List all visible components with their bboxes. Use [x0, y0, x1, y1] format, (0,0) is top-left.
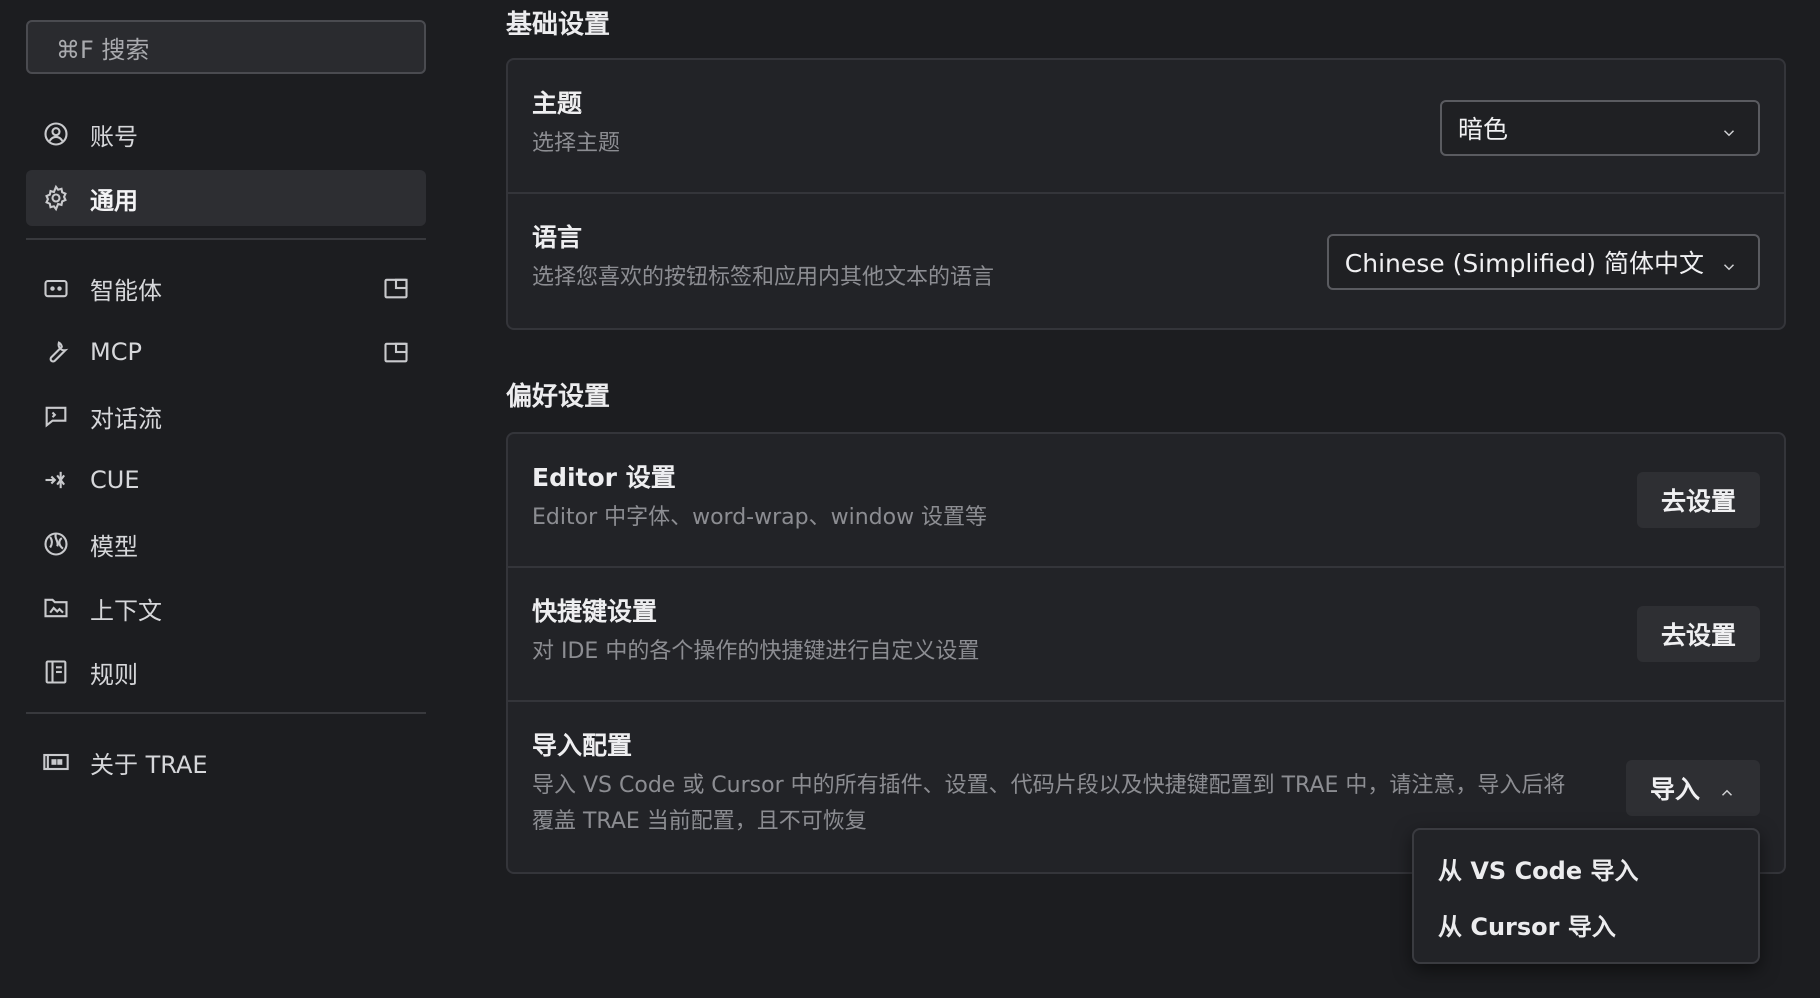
- sidebar-item-label: MCP: [90, 338, 142, 366]
- sidebar-item-label: 规则: [90, 660, 138, 689]
- sidebar-divider: [26, 712, 426, 714]
- theme-select[interactable]: 暗色: [1440, 100, 1760, 156]
- import-row: 导入配置 导入 VS Code 或 Cursor 中的所有插件、设置、代码片段以…: [508, 702, 1784, 964]
- sidebar-item-label: 关于 TRAE: [90, 750, 208, 779]
- gear-icon: [42, 184, 70, 212]
- chat-icon: [42, 402, 70, 430]
- sidebar-item-label: 账号: [90, 122, 138, 151]
- import-button-label: 导入: [1649, 775, 1700, 804]
- cue-icon: [42, 466, 70, 494]
- sidebar-item-general[interactable]: 通用: [26, 170, 426, 226]
- shortcuts-title: 快捷键设置: [532, 597, 658, 626]
- open-external-icon[interactable]: [382, 338, 410, 366]
- sidebar-item-label: 上下文: [90, 596, 162, 625]
- sidebar-item-label: CUE: [90, 466, 140, 494]
- editor-title: Editor 设置: [532, 463, 676, 492]
- agent-icon: [42, 274, 70, 302]
- preference-settings-card: Editor 设置 Editor 中字体、word-wrap、window 设置…: [506, 432, 1786, 964]
- language-select[interactable]: Chinese (Simplified) 简体中文: [1326, 234, 1760, 290]
- chevron-down-icon: [1720, 253, 1738, 271]
- sidebar-item-label: 通用: [90, 186, 138, 215]
- sidebar-item-context[interactable]: 上下文: [26, 580, 426, 636]
- trae-logo-icon: [42, 748, 70, 776]
- shortcuts-settings-button[interactable]: 去设置: [1636, 606, 1760, 662]
- nav-group-account: 账号 通用: [26, 106, 426, 226]
- sidebar-item-label: 模型: [90, 532, 138, 561]
- settings-sidebar: ⌘F 搜索 账号 通用 智能体 MCP 对话流 CUE 模型 上下文 规则 关于…: [26, 20, 426, 798]
- import-dropdown-menu: 从 VS Code 导入 从 Cursor 导入: [1412, 828, 1760, 964]
- chevron-down-icon: [1720, 119, 1738, 137]
- theme-select-value: 暗色: [1458, 115, 1509, 144]
- import-title: 导入配置: [532, 731, 633, 760]
- chevron-up-icon: [1718, 779, 1736, 797]
- sidebar-item-mcp[interactable]: MCP: [26, 324, 426, 380]
- sidebar-item-model[interactable]: 模型: [26, 516, 426, 572]
- language-select-value: Chinese (Simplified) 简体中文: [1344, 249, 1704, 278]
- wrench-icon: [42, 338, 70, 366]
- sidebar-item-account[interactable]: 账号: [26, 106, 426, 162]
- sidebar-item-chatflow[interactable]: 对话流: [26, 388, 426, 444]
- sidebar-item-label: 智能体: [90, 276, 162, 305]
- theme-desc: 选择主题: [532, 131, 621, 156]
- sidebar-divider: [26, 238, 426, 240]
- import-from-vscode-item[interactable]: 从 VS Code 导入: [1422, 840, 1750, 896]
- shortcuts-desc: 对 IDE 中的各个操作的快捷键进行自定义设置: [532, 639, 980, 664]
- section-title-preferences: 偏好设置: [506, 382, 611, 412]
- model-icon: [42, 530, 70, 558]
- nav-group-features: 智能体 MCP 对话流 CUE 模型 上下文 规则: [26, 260, 426, 700]
- rules-icon: [42, 658, 70, 686]
- folder-icon: [42, 594, 70, 622]
- import-from-cursor-item[interactable]: 从 Cursor 导入: [1422, 896, 1750, 952]
- editor-desc: Editor 中字体、word-wrap、window 设置等: [532, 505, 988, 530]
- section-title-basic: 基础设置: [506, 10, 611, 40]
- sidebar-item-cue[interactable]: CUE: [26, 452, 426, 508]
- sidebar-item-agent[interactable]: 智能体: [26, 260, 426, 316]
- language-row: 语言 选择您喜欢的按钮标签和应用内其他文本的语言 Chinese (Simpli…: [508, 194, 1784, 328]
- settings-main: 基础设置 主题 选择主题 暗色 语言 选择您喜欢的按钮标签和应用内其他文本的语言…: [506, 0, 1786, 964]
- basic-settings-card: 主题 选择主题 暗色 语言 选择您喜欢的按钮标签和应用内其他文本的语言 Chin…: [506, 58, 1786, 330]
- editor-row: Editor 设置 Editor 中字体、word-wrap、window 设置…: [508, 434, 1784, 568]
- theme-row: 主题 选择主题 暗色: [508, 60, 1784, 194]
- shortcuts-row: 快捷键设置 对 IDE 中的各个操作的快捷键进行自定义设置 去设置: [508, 568, 1784, 702]
- open-external-icon[interactable]: [382, 274, 410, 302]
- import-button[interactable]: 导入: [1625, 760, 1760, 816]
- sidebar-item-about[interactable]: 关于 TRAE: [26, 734, 426, 790]
- sidebar-item-rules[interactable]: 规则: [26, 644, 426, 700]
- search-input[interactable]: ⌘F 搜索: [26, 20, 426, 74]
- user-circle-icon: [42, 120, 70, 148]
- editor-settings-button[interactable]: 去设置: [1636, 472, 1760, 528]
- sidebar-item-label: 对话流: [90, 404, 162, 433]
